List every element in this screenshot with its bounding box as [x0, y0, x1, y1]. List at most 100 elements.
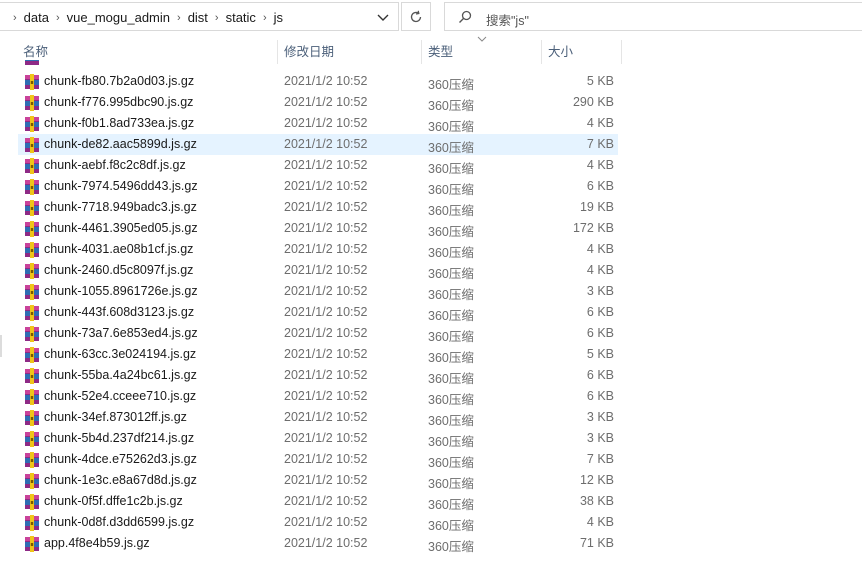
file-row[interactable]: chunk-1055.8961726e.js.gz 2021/1/2 10:52 3…: [18, 281, 618, 302]
breadcrumb-item[interactable]: dist: [188, 10, 208, 25]
file-type: 360压缩: [428, 99, 474, 113]
breadcrumb-item[interactable]: data: [24, 10, 49, 25]
archive-file-icon: [25, 158, 39, 174]
file-date: 2021/1/2 10:52: [284, 284, 368, 298]
file-row[interactable]: chunk-0d8f.d3dd6599.js.gz 2021/1/2 10:52 3…: [18, 512, 618, 533]
file-row[interactable]: chunk-5b4d.237df214.js.gz 2021/1/2 10:52 3…: [18, 428, 618, 449]
file-name: chunk-4dce.e75262d3.js.gz: [44, 452, 197, 466]
archive-file-icon: [25, 368, 39, 384]
file-row[interactable]: chunk-aebf.f8c2c8df.js.gz 2021/1/2 10:52 3…: [18, 155, 618, 176]
file-date: 2021/1/2 10:52: [284, 473, 368, 487]
file-date: 2021/1/2 10:52: [284, 410, 368, 424]
chevron-right-icon[interactable]: ›: [215, 12, 219, 24]
file-date: 2021/1/2 10:52: [284, 263, 368, 277]
file-row[interactable]: chunk-52e4.cceee710.js.gz 2021/1/2 10:52 3…: [18, 386, 618, 407]
file-size: 6 KB: [586, 368, 614, 382]
archive-file-icon: [25, 284, 39, 300]
search-placeholder: 搜索"js": [486, 14, 529, 28]
breadcrumb-item[interactable]: vue_mogu_admin: [67, 10, 170, 25]
file-row[interactable]: chunk-de82.aac5899d.js.gz 2021/1/2 10:52 3…: [18, 134, 618, 155]
file-name: chunk-2460.d5c8097f.js.gz: [44, 263, 194, 277]
breadcrumb[interactable]: › data › vue_mogu_admin › dist › static › js: [0, 2, 399, 31]
file-name: chunk-1055.8961726e.js.gz: [44, 284, 198, 298]
archive-file-icon: [25, 74, 39, 90]
chevron-right-icon[interactable]: ›: [13, 12, 17, 24]
file-row[interactable]: chunk-4461.3905ed05.js.gz 2021/1/2 10:52 3…: [18, 218, 618, 239]
archive-file-icon: [25, 60, 39, 65]
file-size: 5 KB: [586, 74, 614, 88]
file-row[interactable]: chunk-0f5f.dffe1c2b.js.gz 2021/1/2 10:52 3…: [18, 491, 618, 512]
archive-file-icon: [25, 410, 39, 426]
file-name: chunk-7718.949badc3.js.gz: [44, 200, 197, 214]
file-date: 2021/1/2 10:52: [284, 305, 368, 319]
file-date: 2021/1/2 10:52: [284, 368, 368, 382]
file-row[interactable]: chunk-f0b1.8ad733ea.js.gz 2021/1/2 10:52 3…: [18, 113, 618, 134]
file-type: 360压缩: [428, 435, 474, 449]
file-row[interactable]: chunk-55ba.4a24bc61.js.gz 2021/1/2 10:52 3…: [18, 365, 618, 386]
file-name: chunk-aebf.f8c2c8df.js.gz: [44, 158, 186, 172]
file-date: 2021/1/2 10:52: [284, 95, 368, 109]
file-row[interactable]: chunk-1e3c.e8a67d8d.js.gz 2021/1/2 10:52 3…: [18, 470, 618, 491]
file-size: 6 KB: [586, 179, 614, 193]
file-row[interactable]: chunk-73a7.6e853ed4.js.gz 2021/1/2 10:52 3…: [18, 323, 618, 344]
file-name: chunk-f0b1.8ad733ea.js.gz: [44, 116, 195, 130]
file-row[interactable]: chunk-f776.995dbc90.js.gz 2021/1/2 10:52 3…: [18, 92, 618, 113]
chevron-right-icon[interactable]: ›: [177, 12, 181, 24]
file-name: chunk-1e3c.e8a67d8d.js.gz: [44, 473, 197, 487]
file-date: 2021/1/2 10:52: [284, 326, 368, 340]
file-name: chunk-34ef.873012ff.js.gz: [44, 410, 187, 424]
file-type: 360压缩: [428, 351, 474, 365]
file-type: 360压缩: [428, 246, 474, 260]
archive-file-icon: [25, 221, 39, 237]
archive-file-icon: [25, 389, 39, 405]
breadcrumb-item[interactable]: js: [274, 10, 283, 25]
refresh-button[interactable]: [401, 2, 431, 31]
refresh-icon: [410, 10, 422, 22]
file-row[interactable]: chunk-63cc.3e024194.js.gz 2021/1/2 10:52 3…: [18, 344, 618, 365]
file-type: 360压缩: [428, 183, 474, 197]
file-row[interactable]: chunk-2460.d5c8097f.js.gz 2021/1/2 10:52 3…: [18, 260, 618, 281]
file-row[interactable]: chunk-7974.5496dd43.js.gz 2021/1/2 10:52 3…: [18, 176, 618, 197]
file-size: 6 KB: [586, 305, 614, 319]
archive-file-icon: [25, 326, 39, 342]
chevron-right-icon[interactable]: ›: [263, 12, 267, 24]
file-row[interactable]: app.4f8e4b59.js.gz 2021/1/2 10:52 360压缩 71 …: [18, 533, 618, 554]
file-name: chunk-5b4d.237df214.js.gz: [44, 431, 195, 445]
breadcrumb-item[interactable]: static: [226, 10, 256, 25]
chevron-right-icon[interactable]: ›: [56, 12, 60, 24]
file-name: chunk-fb80.7b2a0d03.js.gz: [44, 74, 195, 88]
file-name: chunk-73a7.6e853ed4.js.gz: [44, 326, 198, 340]
file-type: 360压缩: [428, 414, 474, 428]
file-row[interactable]: chunk-4031.ae08b1cf.js.gz 2021/1/2 10:52 3…: [18, 239, 618, 260]
file-row[interactable]: chunk-fb80.7b2a0d03.js.gz 2021/1/2 10:52 3…: [18, 71, 618, 92]
file-size: 4 KB: [586, 515, 614, 529]
archive-file-icon: [25, 137, 39, 153]
file-row[interactable]: chunk-7718.949badc3.js.gz 2021/1/2 10:52 3…: [18, 197, 618, 218]
file-date: 2021/1/2 10:52: [284, 74, 368, 88]
file-type: 360压缩: [428, 330, 474, 344]
file-type: 360压缩: [428, 267, 474, 281]
file-type: 360压缩: [428, 162, 474, 176]
file-type: 360压缩: [428, 477, 474, 491]
archive-file-icon: [25, 200, 39, 216]
search-box[interactable]: 搜索"js": [444, 2, 862, 31]
file-row[interactable]: chunk-4dce.e75262d3.js.gz 2021/1/2 10:52 3…: [18, 449, 618, 470]
file-size: 3 KB: [586, 410, 614, 424]
file-name: chunk-0f5f.dffe1c2b.js.gz: [44, 494, 183, 508]
file-size: 38 KB: [579, 494, 614, 508]
file-name: chunk-de82.aac5899d.js.gz: [44, 137, 197, 151]
file-name: chunk-443f.608d3123.js.gz: [44, 305, 195, 319]
archive-file-icon: [25, 263, 39, 279]
file-date: 2021/1/2 10:52: [284, 158, 368, 172]
file-size: 71 KB: [579, 536, 614, 550]
file-date: 2021/1/2 10:52: [284, 452, 368, 466]
column-divider[interactable]: [621, 40, 622, 64]
file-date: 2021/1/2 10:52: [284, 137, 368, 151]
chevron-down-icon[interactable]: [375, 11, 391, 25]
file-row[interactable]: chunk-443f.608d3123.js.gz 2021/1/2 10:52 3…: [18, 302, 618, 323]
file-row[interactable]: chunk-34ef.873012ff.js.gz 2021/1/2 10:52 3…: [18, 407, 618, 428]
file-type: 360压缩: [428, 225, 474, 239]
file-type: 360压缩: [428, 519, 474, 533]
file-date: 2021/1/2 10:52: [284, 221, 368, 235]
file-size: 4 KB: [586, 158, 614, 172]
